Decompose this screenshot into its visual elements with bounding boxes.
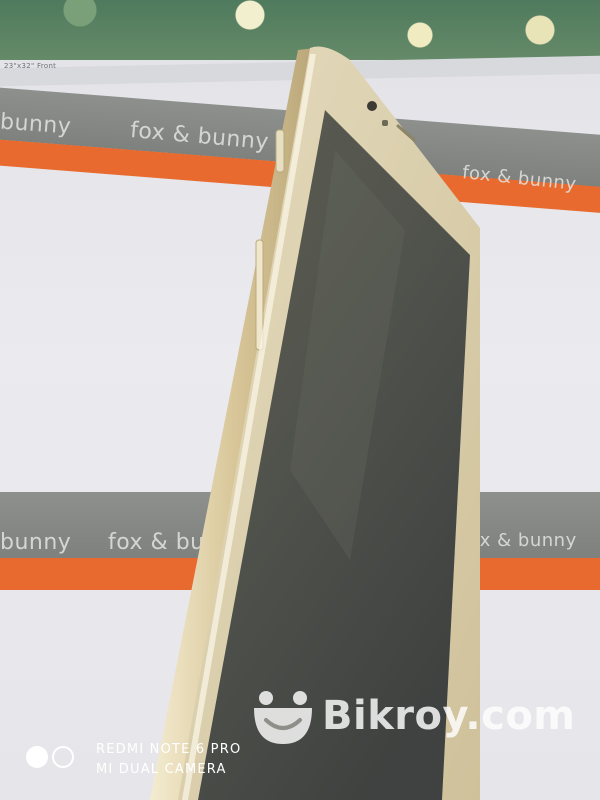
band-text-bottom-left: bunny bbox=[0, 530, 72, 555]
smartphone-drawing bbox=[150, 46, 480, 800]
lens-dot-filled-icon bbox=[26, 746, 48, 768]
product-photo: 23"x32" Front bunny fox & bunny fox & bu… bbox=[0, 0, 600, 800]
lens-dot-outline-icon bbox=[52, 746, 74, 768]
sensor-icon bbox=[382, 120, 388, 126]
volume-buttons bbox=[255, 239, 264, 351]
band-text-top-left: bunny bbox=[0, 109, 73, 140]
watermark-text: Bikroy.com bbox=[322, 693, 576, 739]
camera-stamp-label: MI DUAL CAMERA bbox=[96, 762, 227, 777]
smiley-bag-icon bbox=[254, 691, 312, 744]
front-camera-icon bbox=[367, 101, 377, 111]
camera-stamp-model: REDMI NOTE 6 PRO bbox=[96, 742, 242, 757]
camera-stamp-dots bbox=[26, 746, 78, 768]
smartphone bbox=[150, 40, 480, 800]
fine-print: 23"x32" Front bbox=[4, 62, 57, 70]
sim-tray bbox=[275, 129, 285, 173]
